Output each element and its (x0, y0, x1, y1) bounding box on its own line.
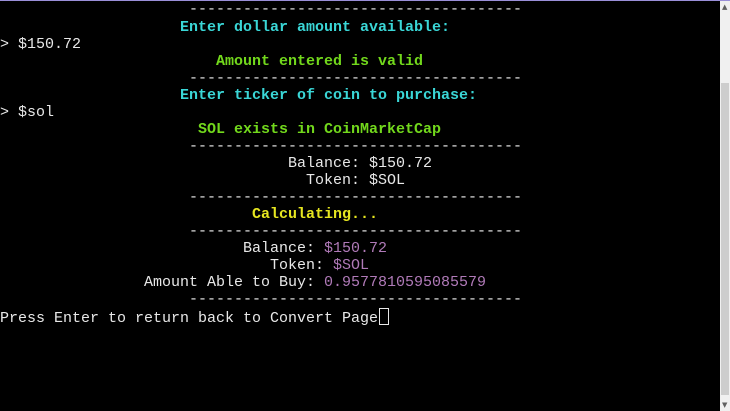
input-ticker: > $sol (0, 104, 55, 121)
press-enter-text: Press Enter to return back to Convert Pa… (0, 310, 379, 327)
prompt-ticker: Enter ticker of coin to purchase: (180, 87, 478, 104)
amount-valid-message: Amount entered is valid (216, 53, 424, 70)
divider: ------------------------------------- (189, 1, 523, 18)
ticker-valid-message: SOL exists in CoinMarketCap (198, 121, 442, 138)
result-balance: Balance: $150.72 (243, 240, 387, 257)
divider: ------------------------------------- (189, 291, 523, 308)
result-balance-value: $150.72 (324, 240, 388, 257)
prompt-amount: Enter dollar amount available: (180, 19, 451, 36)
result-amount-label: Amount Able to Buy: (144, 274, 325, 291)
result-amount-value: 0.9577810595085579 (324, 274, 487, 291)
divider: ------------------------------------- (189, 138, 523, 155)
result-token-value: $SOL (333, 257, 370, 274)
result-amount: Amount Able to Buy: 0.9577810595085579 (144, 274, 486, 291)
scrollbar-thumb[interactable] (721, 83, 729, 395)
divider: ------------------------------------- (189, 189, 523, 206)
result-token: Token: $SOL (270, 257, 369, 274)
divider: ------------------------------------- (189, 223, 523, 240)
terminal-output: ------------------------------------- En… (0, 1, 720, 411)
vertical-scrollbar[interactable]: ▲ ▼ (720, 1, 730, 411)
scroll-up-arrow-icon[interactable]: ▲ (722, 3, 727, 11)
summary-token: Token: $SOL (306, 172, 406, 189)
input-amount: > $150.72 (0, 36, 82, 53)
press-enter-prompt[interactable]: Press Enter to return back to Convert Pa… (0, 308, 390, 327)
calculating-status: Calculating... (252, 206, 379, 223)
result-token-label: Token: (270, 257, 334, 274)
scroll-down-arrow-icon[interactable]: ▼ (722, 401, 727, 409)
summary-balance: Balance: $150.72 (288, 155, 433, 172)
text-cursor (379, 308, 390, 325)
divider: ------------------------------------- (189, 70, 523, 87)
result-balance-label: Balance: (243, 240, 325, 257)
